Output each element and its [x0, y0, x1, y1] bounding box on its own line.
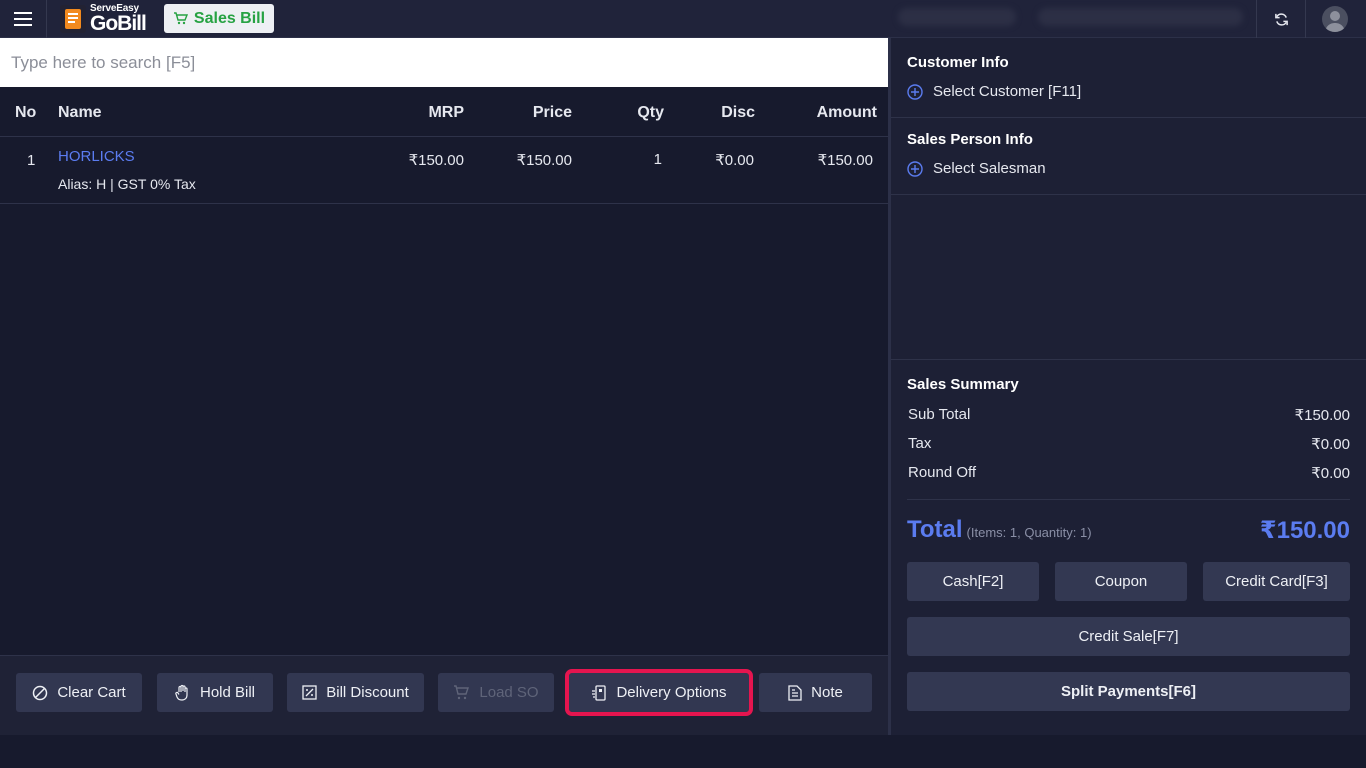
- sales-bill-label: Sales Bill: [193, 9, 266, 27]
- hold-bill-button[interactable]: Hold Bill: [157, 673, 273, 712]
- sub-total-value: ₹150.00: [1294, 407, 1350, 424]
- total-label: Total: [907, 516, 963, 543]
- refresh-icon: [1274, 12, 1288, 26]
- hold-bill-label: Hold Bill: [199, 684, 256, 701]
- row-no: 1: [27, 152, 36, 169]
- plus-circle-icon: [907, 83, 923, 100]
- cart-table-header: No Name MRP Price Qty Disc Amount: [0, 87, 888, 137]
- logo-icon: [60, 5, 86, 33]
- header-mrp: MRP: [428, 104, 464, 121]
- load-so-label: Load SO: [479, 684, 539, 701]
- sales-summary-title: Sales Summary: [907, 376, 1019, 393]
- select-salesman-button[interactable]: Select Salesman: [907, 160, 1046, 177]
- header-amount: Amount: [816, 104, 877, 121]
- header-price: Price: [532, 104, 572, 121]
- row-product-sub: Alias: H | GST 0% Tax: [58, 176, 196, 192]
- credit-card-button[interactable]: Credit Card[F3]: [1203, 562, 1350, 601]
- round-off-label: Round Off: [908, 464, 977, 481]
- ban-icon: [33, 685, 48, 700]
- bill-discount-button[interactable]: Bill Discount: [287, 673, 424, 712]
- load-so-button[interactable]: Load SO: [438, 673, 554, 712]
- row-mrp: ₹150.00: [408, 152, 464, 169]
- sales-person-info-title: Sales Person Info: [907, 131, 1033, 148]
- cart-toolbar: Clear Cart Hold Bill Bill Discount Load …: [0, 655, 888, 735]
- redacted-info: [1038, 8, 1243, 26]
- total-label-group: Total (Items: 1, Quantity: 1): [907, 516, 1092, 544]
- split-payments-label: Split Payments[F6]: [1060, 683, 1197, 700]
- divider: [891, 117, 1366, 118]
- credit-card-label: Credit Card[F3]: [1225, 573, 1328, 590]
- coupon-label: Coupon: [1094, 573, 1148, 590]
- plus-circle-icon: [907, 160, 923, 177]
- split-payments-button[interactable]: Split Payments[F6]: [907, 672, 1350, 711]
- tax-value: ₹0.00: [1311, 436, 1350, 453]
- clear-cart-button[interactable]: Clear Cart: [16, 673, 142, 712]
- hand-icon: [175, 684, 188, 701]
- row-product-name[interactable]: HORLICKS: [58, 148, 135, 165]
- row-price: ₹150.00: [516, 152, 572, 169]
- round-off-row: Round Off ₹0.00: [908, 464, 1350, 482]
- select-customer-label: Select Customer [F11]: [933, 83, 1082, 100]
- hamburger-menu-button[interactable]: [0, 0, 47, 38]
- row-amount: ₹150.00: [817, 152, 873, 169]
- header-disc: Disc: [721, 104, 755, 121]
- cart-icon: [173, 12, 188, 25]
- sub-total-row: Sub Total ₹150.00: [908, 406, 1350, 424]
- total-items-quantity: (Items: 1, Quantity: 1): [966, 525, 1092, 540]
- select-salesman-label: Select Salesman: [933, 160, 1046, 177]
- clear-cart-label: Clear Cart: [57, 684, 126, 701]
- table-row[interactable]: 1 HORLICKS Alias: H | GST 0% Tax ₹150.00…: [0, 138, 888, 204]
- cash-button[interactable]: Cash[F2]: [907, 562, 1039, 601]
- sub-total-label: Sub Total: [908, 406, 971, 423]
- top-bar: ServeEasy GoBill Sales Bill: [0, 0, 1366, 38]
- footer-strip: [0, 735, 1366, 768]
- header-no: No: [15, 104, 37, 121]
- user-icon: [1325, 11, 1345, 32]
- note-label: Note: [811, 684, 843, 701]
- discount-icon: [302, 685, 317, 700]
- round-off-value: ₹0.00: [1311, 465, 1350, 482]
- sales-bill-tab[interactable]: Sales Bill: [164, 4, 274, 33]
- total-value: ₹150.00: [1259, 517, 1350, 544]
- row-disc: ₹0.00: [715, 152, 754, 169]
- delivery-options-label: Delivery Options: [616, 684, 727, 701]
- credit-sale-button[interactable]: Credit Sale[F7]: [907, 617, 1350, 656]
- delivery-icon: [592, 684, 607, 701]
- refresh-button[interactable]: [1256, 0, 1306, 38]
- divider: [907, 499, 1350, 500]
- header-qty: Qty: [637, 104, 664, 121]
- tax-row: Tax ₹0.00: [908, 435, 1350, 453]
- header-name: Name: [58, 104, 102, 121]
- product-search-input[interactable]: [0, 38, 888, 87]
- user-avatar[interactable]: [1322, 6, 1348, 32]
- divider: [891, 359, 1366, 360]
- cart-icon: [454, 685, 470, 700]
- logo-brand-name: GoBill: [90, 12, 147, 35]
- delivery-options-button[interactable]: Delivery Options: [565, 669, 753, 716]
- note-button[interactable]: Note: [759, 673, 872, 712]
- app-logo: ServeEasy GoBill: [60, 4, 147, 35]
- customer-info-title: Customer Info: [907, 54, 1009, 71]
- cash-label: Cash[F2]: [942, 573, 1004, 590]
- credit-sale-label: Credit Sale[F7]: [1078, 628, 1179, 645]
- select-customer-button[interactable]: Select Customer [F11]: [907, 83, 1081, 100]
- coupon-button[interactable]: Coupon: [1055, 562, 1187, 601]
- tax-label: Tax: [908, 435, 932, 452]
- right-panel: Customer Info Select Customer [F11] Sale…: [891, 38, 1366, 735]
- hamburger-icon: [14, 12, 32, 26]
- bill-discount-label: Bill Discount: [326, 684, 409, 701]
- document-icon: [788, 684, 802, 701]
- redacted-info: [898, 8, 1016, 26]
- divider: [891, 194, 1366, 195]
- row-qty: 1: [653, 151, 662, 168]
